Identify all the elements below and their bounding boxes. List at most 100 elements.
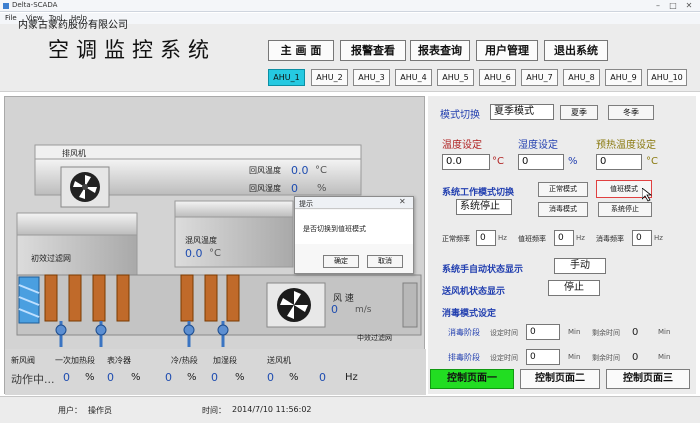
exhaust-set-time-input[interactable]: 0 [526,349,560,365]
section-label-fresh-air: 新风阀 [11,356,35,365]
section-label-humidify: 加湿段 [213,356,237,365]
humidify-value: 0 [211,371,218,384]
exhaust-remain-value: 0 [632,352,639,363]
freq-disinfect-label: 消毒频率 [596,235,624,243]
mouse-cursor-icon [642,188,652,202]
dialog-close-icon[interactable]: ✕ [399,197,406,206]
time-value: 2014/7/10 11:56:02 [232,405,312,414]
mid-filter-icon [402,282,418,328]
tab-ahu-2[interactable]: AHU_2 [311,69,348,86]
tab-ahu-9[interactable]: AHU_9 [605,69,642,86]
dialog-title: 提示 [299,200,313,208]
mode-switch-label: 模式切换 [440,110,480,121]
preheat-set-input[interactable]: 0 [596,154,642,170]
exhaust-set-time-unit: Min [568,353,581,361]
freq-disinfect-input[interactable]: 0 [632,230,652,246]
return-hum-value: 0 [291,182,298,195]
summer-button[interactable]: 夏季 [560,105,598,120]
freq-disinfect-unit: Hz [654,234,663,242]
dialog-body: 是否切换到值班模式 [295,210,413,244]
return-temp-unit: °C [315,165,327,176]
system-stop-button[interactable]: 系统停止 [598,202,652,217]
hum-set-label: 湿度设定 [518,140,558,151]
normal-mode-button[interactable]: 正常模式 [538,182,588,197]
status-bar: 用户： 操作员 时间： 2014/7/10 11:56:02 [0,396,700,423]
mixed-temp-value: 0.0 [185,247,203,260]
ctrl-page-2-button[interactable]: 控制页面二 [520,369,600,389]
status-text: 动作中... [11,373,55,386]
fan-hz-unit: Hz [345,372,358,383]
temp-set-input[interactable]: 0.0 [442,154,490,170]
user-label: 用户： [58,406,82,415]
time-label: 时间： [202,406,226,415]
freq-duty-label: 值班频率 [518,235,546,243]
company-name: 内蒙古蒙药股份有限公司 [18,20,128,31]
fan-percent-value: 0 [267,371,274,384]
nav-alarm-button[interactable]: 报警查看 [340,40,406,61]
disinfect-setting-label: 消毒模式设定 [442,309,497,319]
tab-ahu-7[interactable]: AHU_7 [521,69,558,86]
disinfect-remain-label: 剩余时间 [592,329,620,337]
dialog-cancel-button[interactable]: 取消 [367,255,403,268]
tab-ahu-8[interactable]: AHU_8 [563,69,600,86]
control-panel: 模式切换 夏季模式 夏季 冬季 温度设定 湿度设定 预热温度设定 0.0 °C … [428,96,696,394]
mid-filter-label: 中效过滤网 [357,334,392,342]
exhaust-set-time-label: 设定时间 [490,354,518,362]
menu-file[interactable]: File [5,14,17,22]
disinfect-set-time-input[interactable]: 0 [526,324,560,340]
fan-hz-value: 0 [319,371,326,384]
dialog-message: 是否切换到值班模式 [303,225,366,233]
window-title: Delta-SCADA [12,1,58,9]
disinfect-mode-button[interactable]: 消毒模式 [538,202,588,217]
confirm-dialog: 提示 ✕ 是否切换到值班模式 确定 取消 [294,196,414,274]
nav-exit-button[interactable]: 退出系统 [544,40,608,61]
hum-set-input[interactable]: 0 [518,154,564,170]
return-temp-value: 0.0 [291,164,309,177]
fan-percent-unit: % [289,372,299,383]
nav-user-button[interactable]: 用户管理 [476,40,538,61]
tab-ahu-5[interactable]: AHU_5 [437,69,474,86]
ctrl-page-3-button[interactable]: 控制页面三 [606,369,690,389]
hum-set-unit: % [568,156,578,167]
season-mode-field: 夏季模式 [490,104,554,120]
return-hum-label: 回风湿度 [249,184,281,193]
disinfect-stage-label: 消毒阶段 [448,328,480,337]
freq-normal-input[interactable]: 0 [476,230,496,246]
wind-speed-value: 0 [331,303,338,316]
disinfect-set-time-unit: Min [568,328,581,336]
exhaust-remain-unit: Min [658,353,671,361]
app-icon [3,3,9,9]
section-label-cooler: 表冷器 [107,356,131,365]
fan-state-label: 送风机状态显示 [442,287,506,297]
left-duct [16,212,138,236]
winter-button[interactable]: 冬季 [608,105,654,120]
dialog-ok-button[interactable]: 确定 [323,255,359,268]
disinfect-remain-value: 0 [632,327,639,338]
freq-normal-label: 正常频率 [442,235,470,243]
tab-ahu-3[interactable]: AHU_3 [353,69,390,86]
tab-ahu-10[interactable]: AHU_10 [647,69,687,86]
mixed-temp-unit: °C [209,248,221,259]
mid-duct [174,200,294,218]
auto-state-field: 手动 [554,258,606,274]
temp-set-unit: °C [492,156,504,167]
section-label-heating: 一次加热段 [55,356,95,365]
ctrl-page-1-button[interactable]: 控制页面一 [430,369,514,389]
tab-ahu-6[interactable]: AHU_6 [479,69,516,86]
exhaust-fan-label: 排风机 [62,149,86,158]
cooler-value: 0 [165,371,172,384]
minimize-icon[interactable]: – [652,1,664,10]
maximize-icon[interactable]: □ [667,1,679,10]
fresh-air-unit: % [85,372,95,383]
primary-filter-icon [18,276,40,324]
cooler-unit: % [187,372,197,383]
nav-report-button[interactable]: 报表查询 [410,40,470,61]
tab-ahu-1[interactable]: AHU_1 [268,69,305,86]
freq-duty-input[interactable]: 0 [554,230,574,246]
nav-main-button[interactable]: 主 画 面 [268,40,334,61]
close-icon[interactable]: ✕ [683,1,695,10]
fan-state-field: 停止 [548,280,600,296]
tab-ahu-4[interactable]: AHU_4 [395,69,432,86]
freq-duty-unit: Hz [576,234,585,242]
heating-unit: % [131,372,141,383]
